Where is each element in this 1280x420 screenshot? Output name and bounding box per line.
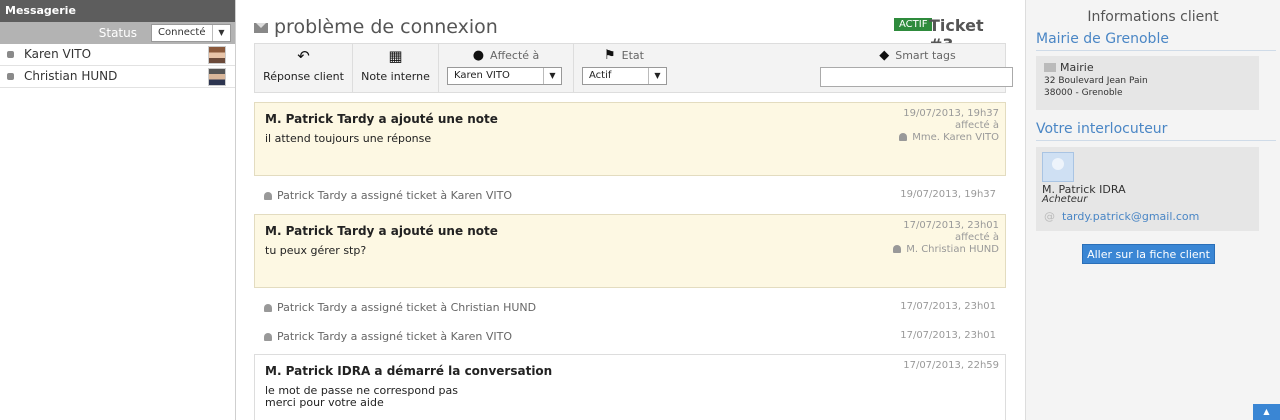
status-value: Connecté: [158, 27, 206, 38]
affected-to: M. Christian HUND: [893, 244, 999, 255]
smart-tags-label: Smart tags: [895, 49, 956, 62]
avatar: [208, 46, 226, 64]
assign-entry: Patrick Tardy a assigné ticket à Karen V…: [254, 325, 1006, 347]
avatar: [208, 68, 226, 86]
status-dot-icon: [7, 73, 14, 80]
user-icon: [893, 245, 902, 253]
chevron-down-icon[interactable]: ▼: [543, 68, 561, 84]
chevron-down-icon[interactable]: ▼: [212, 25, 230, 41]
status-dot-icon: [7, 51, 14, 58]
flag-icon: ⚑: [604, 48, 616, 63]
user-name: Christian HUND: [24, 69, 118, 83]
conversation-entry: M. Patrick IDRA a démarré la conversatio…: [254, 354, 1006, 420]
state-field: ⚑ Etat Actif ▼: [574, 44, 674, 92]
assign-date: 17/07/2013, 23h01: [900, 330, 996, 341]
assigned-label: Affecté à: [490, 49, 540, 62]
smart-tags-input[interactable]: [820, 67, 1013, 87]
state-value: Actif: [589, 70, 612, 81]
sidebar-user-karen[interactable]: Karen VITO: [0, 44, 235, 66]
assign-date: 17/07/2013, 23h01: [900, 301, 996, 312]
org-section-title[interactable]: Mairie de Grenoble: [1036, 31, 1169, 47]
section-divider: [1036, 140, 1276, 141]
contact-section-title: Votre interlocuteur: [1036, 121, 1168, 137]
contact-email[interactable]: @ tardy.patrick@gmail.com: [1044, 210, 1199, 223]
sidebar-header: Messagerie: [0, 0, 235, 22]
affected-to: Mme. Karen VITO: [899, 132, 999, 143]
user-icon: ●: [472, 48, 485, 63]
smart-tags-field: ◆ Smart tags: [820, 44, 1015, 92]
conversation-title: M. Patrick IDRA a démarré la conversatio…: [265, 364, 553, 378]
ticket-title: problème de connexion: [274, 16, 498, 38]
ticket-header: problème de connexion ACTIF Ticket #3: [254, 14, 1006, 54]
note-entry: M. Patrick Tardy a ajouté une note tu pe…: [254, 214, 1006, 288]
at-icon: @: [1044, 210, 1055, 223]
assigned-value: Karen VITO: [454, 70, 510, 81]
envelope-icon: [1044, 63, 1056, 72]
status-badge: ACTIF: [894, 18, 933, 31]
avatar: [1042, 152, 1074, 182]
note-date: 19/07/2013, 19h37: [903, 108, 999, 119]
conversation-body: le mot de passe ne correspond pas merci …: [265, 384, 459, 409]
org-card: Mairie 32 Boulevard Jean Pain 38000 - Gr…: [1036, 56, 1259, 110]
note-date: 17/07/2013, 23h01: [903, 220, 999, 231]
assign-text: Patrick Tardy a assigné ticket à Christi…: [277, 301, 537, 314]
user-name: Karen VITO: [24, 47, 92, 61]
sidebar-user-christian[interactable]: Christian HUND: [0, 66, 235, 88]
reply-client-button[interactable]: ↶ Réponse client: [255, 44, 352, 92]
status-label: Status: [98, 26, 137, 40]
client-info-panel: Informations client Mairie de Grenoble M…: [1025, 0, 1280, 420]
client-file-button[interactable]: Aller sur la fiche client: [1082, 244, 1215, 264]
ticket-toolbar: ↶ Réponse client ▦ Note interne ● Affecté…: [254, 43, 1013, 93]
affected-label: affecté à: [954, 120, 999, 131]
calendar-icon: ▦: [388, 47, 403, 65]
note-body: il attend toujours une réponse: [265, 132, 432, 145]
internal-note-button[interactable]: ▦ Note interne: [353, 44, 438, 92]
messaging-sidebar: Messagerie Status Connecté ▼ Karen VITO …: [0, 0, 236, 420]
assigned-field: ● Affecté à Karen VITO ▼: [439, 44, 573, 92]
assign-text: Patrick Tardy a assigné ticket à Karen V…: [277, 330, 512, 343]
user-icon: [264, 192, 272, 200]
tag-icon: ◆: [879, 48, 890, 63]
note-title: M. Patrick Tardy a ajouté une note: [265, 112, 498, 126]
assign-entry: Patrick Tardy a assigné ticket à Karen V…: [254, 184, 1006, 206]
note-entry: M. Patrick Tardy a ajouté une note il at…: [254, 102, 1006, 176]
address-line: 38000 - Grenoble: [1044, 88, 1123, 98]
note-title: M. Patrick Tardy a ajouté une note: [265, 224, 498, 238]
chat-toggle-icon[interactable]: ▲: [1253, 404, 1280, 420]
note-body: tu peux gérer stp?: [265, 244, 367, 257]
chevron-down-icon[interactable]: ▼: [648, 68, 666, 84]
assign-entry: Patrick Tardy a assigné ticket à Christi…: [254, 296, 1006, 318]
address-line: 32 Boulevard Jean Pain: [1044, 76, 1148, 86]
envelope-icon: [254, 23, 268, 33]
panel-title: Informations client: [1087, 9, 1219, 25]
state-select[interactable]: Actif ▼: [582, 67, 667, 85]
assign-text: Patrick Tardy a assigné ticket à Karen V…: [277, 189, 512, 202]
user-icon: [899, 133, 908, 141]
affected-label: affecté à: [954, 232, 999, 243]
conversation-date: 17/07/2013, 22h59: [903, 360, 999, 371]
ticket-main: problème de connexion ACTIF Ticket #3 ↶ …: [236, 0, 1025, 420]
state-label: Etat: [621, 49, 644, 62]
contact-role: Acheteur: [1042, 194, 1088, 205]
status-select[interactable]: Connecté ▼: [151, 24, 231, 42]
assigned-select[interactable]: Karen VITO ▼: [447, 67, 562, 85]
assign-date: 19/07/2013, 19h37: [900, 189, 996, 200]
reply-arrow-icon: ↶: [297, 47, 310, 65]
status-bar: Status Connecté ▼: [0, 22, 235, 44]
user-icon: [264, 333, 272, 341]
user-icon: [264, 304, 272, 312]
org-name: Mairie: [1060, 61, 1094, 74]
contact-card: M. Patrick IDRA Acheteur @ tardy.patrick@…: [1036, 147, 1259, 231]
section-divider: [1036, 50, 1276, 51]
